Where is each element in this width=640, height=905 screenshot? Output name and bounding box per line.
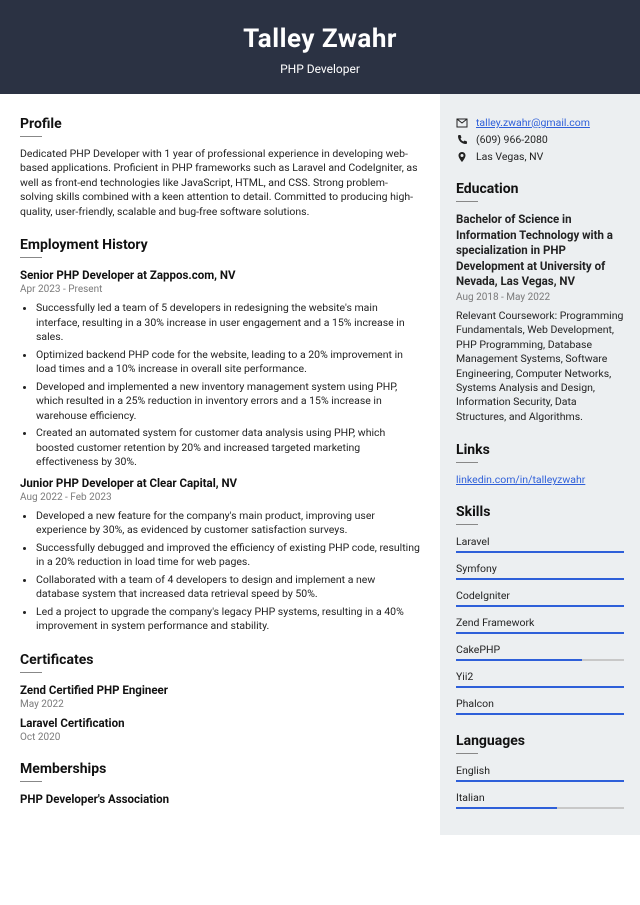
contact-section: talley.zwahr@gmail.com (609) 966-2080 La…	[456, 116, 624, 163]
skill-bar	[456, 659, 624, 661]
divider	[456, 753, 478, 754]
employment-section: Employment History Senior PHP Developer …	[20, 237, 420, 633]
skills-section: Skills Laravel Symfony CodeIgniter Zend Fra…	[456, 504, 624, 715]
skill-item: Yii2	[456, 670, 624, 688]
skill-label: Symfony	[456, 562, 624, 575]
divider	[20, 257, 42, 258]
contact-location-row: Las Vegas, NV	[456, 150, 624, 163]
job-bullet: Optimized backend PHP code for the websi…	[36, 348, 420, 377]
divider	[20, 672, 42, 673]
job-bullet: Led a project to upgrade the company's l…	[36, 605, 420, 634]
profile-heading: Profile	[20, 116, 420, 132]
job-bullet: Successfully debugged and improved the e…	[36, 541, 420, 570]
skill-label: English	[456, 764, 624, 777]
job-bullet: Created an automated system for customer…	[36, 426, 420, 469]
cert-title: Zend Certified PHP Engineer	[20, 683, 420, 697]
certificates-section: Certificates Zend Certified PHP Engineer…	[20, 652, 420, 743]
skill-label: Zend Framework	[456, 616, 624, 629]
cert-entry: Zend Certified PHP Engineer May 2022	[20, 683, 420, 710]
cert-entry: Laravel Certification Oct 2020	[20, 716, 420, 743]
job-entry: Senior PHP Developer at Zappos.com, NV Ap…	[20, 268, 420, 469]
job-dates: Aug 2022 - Feb 2023	[20, 492, 420, 503]
envelope-icon	[456, 117, 468, 129]
divider	[456, 524, 478, 525]
skill-item: Symfony	[456, 562, 624, 580]
skill-label: Italian	[456, 791, 624, 804]
skill-item: Italian	[456, 791, 624, 809]
memberships-section: Memberships PHP Developer's Association	[20, 761, 420, 806]
certificates-heading: Certificates	[20, 652, 420, 668]
skill-label: Laravel	[456, 535, 624, 548]
skill-bar	[456, 632, 624, 634]
skill-bar	[456, 551, 624, 553]
skill-label: Yii2	[456, 670, 624, 683]
skill-label: Phalcon	[456, 697, 624, 710]
languages-heading: Languages	[456, 733, 624, 749]
profile-section: Profile Dedicated PHP Developer with 1 y…	[20, 116, 420, 219]
skill-item: Phalcon	[456, 697, 624, 715]
person-name: Talley Zwahr	[0, 24, 640, 54]
divider	[456, 462, 478, 463]
degree-title: Bachelor of Science in Information Techn…	[456, 212, 624, 290]
skill-label: CakePHP	[456, 643, 624, 656]
links-heading: Links	[456, 442, 624, 458]
divider	[20, 136, 42, 137]
job-title: Junior PHP Developer at Clear Capital, N…	[20, 476, 420, 490]
skill-item: CakePHP	[456, 643, 624, 661]
education-section: Education Bachelor of Science in Informa…	[456, 181, 624, 424]
employment-heading: Employment History	[20, 237, 420, 253]
skills-heading: Skills	[456, 504, 624, 520]
location-icon	[456, 151, 468, 163]
skill-bar	[456, 713, 624, 715]
person-title: PHP Developer	[0, 62, 640, 76]
phone-text: (609) 966-2080	[476, 133, 548, 146]
job-bullet: Developed and implemented a new inventor…	[36, 380, 420, 423]
skill-item: CodeIgniter	[456, 589, 624, 607]
job-bullet: Collaborated with a team of 4 developers…	[36, 573, 420, 602]
contact-email-row: talley.zwahr@gmail.com	[456, 116, 624, 129]
job-title: Senior PHP Developer at Zappos.com, NV	[20, 268, 420, 282]
education-dates: Aug 2018 - May 2022	[456, 292, 624, 303]
links-section: Links linkedin.com/in/talleyzwahr	[456, 442, 624, 486]
job-bullets: Successfully led a team of 5 developers …	[20, 301, 420, 469]
divider	[456, 201, 478, 202]
skill-label: CodeIgniter	[456, 589, 624, 602]
email-link[interactable]: talley.zwahr@gmail.com	[476, 116, 590, 129]
cert-date: May 2022	[20, 699, 420, 710]
profile-text: Dedicated PHP Developer with 1 year of p…	[20, 147, 420, 219]
memberships-heading: Memberships	[20, 761, 420, 777]
phone-icon	[456, 134, 468, 146]
skill-bar	[456, 780, 624, 782]
cert-date: Oct 2020	[20, 732, 420, 743]
divider	[20, 781, 42, 782]
location-text: Las Vegas, NV	[476, 150, 543, 163]
job-bullet: Successfully led a team of 5 developers …	[36, 301, 420, 344]
skill-bar	[456, 578, 624, 580]
membership-entry: PHP Developer's Association	[20, 792, 420, 806]
job-dates: Apr 2023 - Present	[20, 284, 420, 295]
resume-header: Talley Zwahr PHP Developer	[0, 0, 640, 94]
cert-title: Laravel Certification	[20, 716, 420, 730]
languages-section: Languages English Italian	[456, 733, 624, 809]
job-entry: Junior PHP Developer at Clear Capital, N…	[20, 476, 420, 634]
skill-bar	[456, 686, 624, 688]
contact-phone-row: (609) 966-2080	[456, 133, 624, 146]
skill-item: English	[456, 764, 624, 782]
skill-item: Laravel	[456, 535, 624, 553]
education-heading: Education	[456, 181, 624, 197]
education-text: Relevant Coursework: Programming Fundame…	[456, 309, 624, 425]
job-bullet: Developed a new feature for the company'…	[36, 509, 420, 538]
job-bullets: Developed a new feature for the company'…	[20, 509, 420, 634]
profile-link[interactable]: linkedin.com/in/talleyzwahr	[456, 473, 585, 486]
skill-item: Zend Framework	[456, 616, 624, 634]
skill-bar	[456, 807, 624, 809]
membership-title: PHP Developer's Association	[20, 792, 420, 806]
skill-bar	[456, 605, 624, 607]
